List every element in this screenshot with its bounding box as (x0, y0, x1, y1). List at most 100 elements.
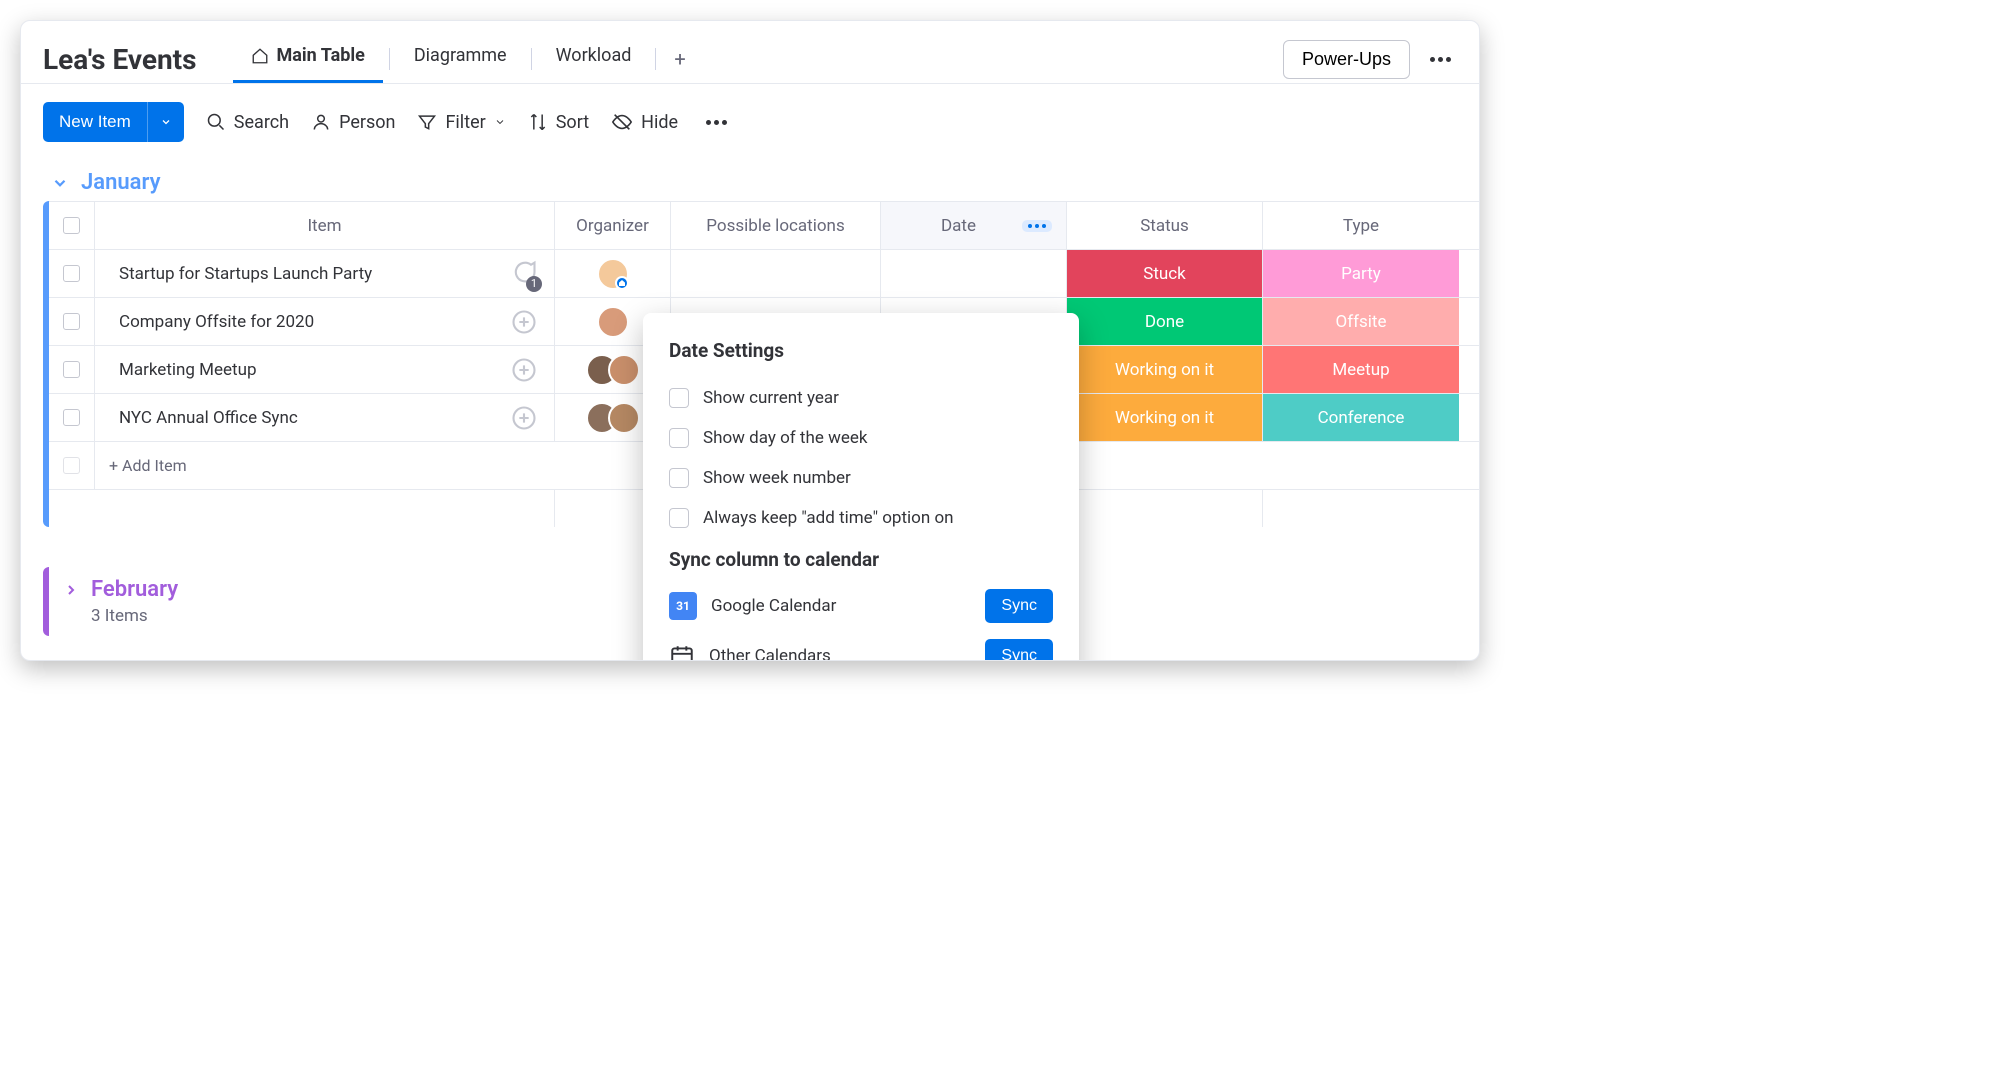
home-badge-icon (615, 276, 629, 290)
column-header-organizer[interactable]: Organizer (555, 202, 671, 249)
google-calendar-label: Google Calendar (711, 596, 836, 616)
item-name[interactable]: Marketing Meetup (95, 356, 494, 384)
type-label: Party (1341, 264, 1381, 284)
tab-main-table[interactable]: Main Table (233, 35, 383, 83)
sort-tool[interactable]: Sort (528, 112, 589, 133)
filter-icon (417, 112, 437, 132)
toolbar-more-button[interactable] (700, 114, 733, 131)
checkbox-icon (63, 457, 80, 474)
column-locations-label: Possible locations (706, 216, 844, 236)
option-show-day-of-week[interactable]: Show day of the week (669, 418, 1053, 458)
tab-workload[interactable]: Workload (538, 35, 650, 83)
option-label: Show day of the week (703, 428, 868, 448)
column-header-locations[interactable]: Possible locations (671, 202, 881, 249)
chevron-down-icon (160, 116, 172, 128)
chat-add-icon (510, 404, 538, 432)
column-header-item[interactable]: Item (95, 202, 555, 249)
chevron-right-icon (63, 582, 79, 598)
board-title[interactable]: Lea's Events (43, 43, 197, 76)
date-column-menu-button[interactable] (1022, 220, 1052, 232)
sync-google-button[interactable]: Sync (985, 589, 1053, 623)
powerups-button[interactable]: Power-Ups (1283, 40, 1410, 79)
chat-button[interactable] (494, 404, 554, 432)
column-header-status[interactable]: Status (1067, 202, 1263, 249)
table-row[interactable]: Startup for Startups Launch Party 1 Stuc… (49, 249, 1479, 297)
table-header-row: Item Organizer Possible locations Date S… (49, 201, 1479, 249)
item-name[interactable]: NYC Annual Office Sync (95, 404, 494, 432)
status-cell[interactable]: Stuck (1067, 250, 1263, 297)
option-show-week-number[interactable]: Show week number (669, 458, 1053, 498)
person-filter-tool[interactable]: Person (311, 112, 395, 133)
item-cell-wrap: Company Offsite for 2020 (95, 298, 555, 345)
column-date-label: Date (895, 216, 1022, 236)
sync-section-title: Sync column to calendar (669, 548, 1053, 571)
hide-label: Hide (641, 112, 678, 133)
checkbox-icon (669, 468, 689, 488)
sync-other-calendars-row: Other Calendars Sync (669, 631, 1053, 661)
sort-icon (528, 112, 548, 132)
row-select-cell[interactable] (49, 250, 95, 297)
chat-button[interactable] (494, 356, 554, 384)
new-item-dropdown[interactable] (147, 102, 184, 142)
date-cell[interactable] (881, 250, 1067, 297)
avatar (608, 402, 640, 434)
row-select-cell[interactable] (49, 346, 95, 393)
sync-other-button[interactable]: Sync (985, 639, 1053, 661)
chat-button[interactable]: 1 (494, 258, 554, 290)
status-cell[interactable]: Working on it (1067, 346, 1263, 393)
organizer-cell[interactable] (555, 250, 671, 297)
locations-cell[interactable] (671, 250, 881, 297)
status-cell[interactable]: Done (1067, 298, 1263, 345)
board-container: Lea's Events Main Table Diagramme Worklo… (20, 20, 1480, 661)
status-label: Done (1145, 312, 1184, 332)
item-cell-wrap: Startup for Startups Launch Party 1 (95, 250, 555, 297)
column-organizer-label: Organizer (576, 216, 649, 236)
column-header-date[interactable]: Date (881, 202, 1067, 249)
group-header-january[interactable]: January (21, 160, 1479, 201)
home-icon (251, 47, 269, 65)
chat-add-icon (510, 308, 538, 336)
new-item-button[interactable]: New Item (43, 102, 147, 142)
filter-label: Filter (445, 112, 485, 133)
status-cell[interactable]: Working on it (1067, 394, 1263, 441)
type-cell[interactable]: Conference (1263, 394, 1459, 441)
item-name[interactable]: Company Offsite for 2020 (95, 308, 494, 336)
option-show-current-year[interactable]: Show current year (669, 378, 1053, 418)
tab-main-table-label: Main Table (277, 45, 365, 66)
board-options-button[interactable] (1424, 51, 1457, 68)
person-icon (311, 112, 331, 132)
type-cell[interactable]: Offsite (1263, 298, 1459, 345)
item-name[interactable]: Startup for Startups Launch Party (95, 258, 494, 290)
chevron-down-icon (51, 174, 69, 192)
type-cell[interactable]: Meetup (1263, 346, 1459, 393)
filter-tool[interactable]: Filter (417, 112, 505, 133)
row-select-cell[interactable] (49, 298, 95, 345)
chat-button[interactable] (494, 308, 554, 336)
checkbox-icon (63, 313, 80, 330)
date-settings-popover: Date Settings Show current year Show day… (643, 313, 1079, 661)
row-select-cell[interactable] (49, 394, 95, 441)
chat-badge-count: 1 (526, 276, 542, 292)
search-tool[interactable]: Search (206, 112, 289, 133)
type-cell[interactable]: Party (1263, 250, 1459, 297)
column-item-label: Item (307, 216, 341, 236)
select-all-cell[interactable] (49, 202, 95, 249)
avatar (597, 306, 629, 338)
checkbox-icon (63, 217, 80, 234)
option-label: Always keep "add time" option on (703, 508, 954, 528)
group-title-february: February (91, 577, 178, 602)
chat-add-icon (510, 356, 538, 384)
footer-status (1067, 490, 1263, 527)
avatar (608, 354, 640, 386)
sort-label: Sort (556, 112, 589, 133)
group-title-january: January (81, 170, 161, 195)
type-label: Conference (1318, 408, 1405, 428)
board-header: Lea's Events Main Table Diagramme Worklo… (21, 21, 1479, 84)
option-keep-add-time[interactable]: Always keep "add time" option on (669, 498, 1053, 538)
column-type-label: Type (1343, 216, 1379, 236)
hide-tool[interactable]: Hide (611, 111, 678, 133)
tab-diagramme[interactable]: Diagramme (396, 35, 525, 83)
column-header-type[interactable]: Type (1263, 202, 1459, 249)
add-view-button[interactable]: + (662, 41, 697, 77)
option-label: Show current year (703, 388, 839, 408)
